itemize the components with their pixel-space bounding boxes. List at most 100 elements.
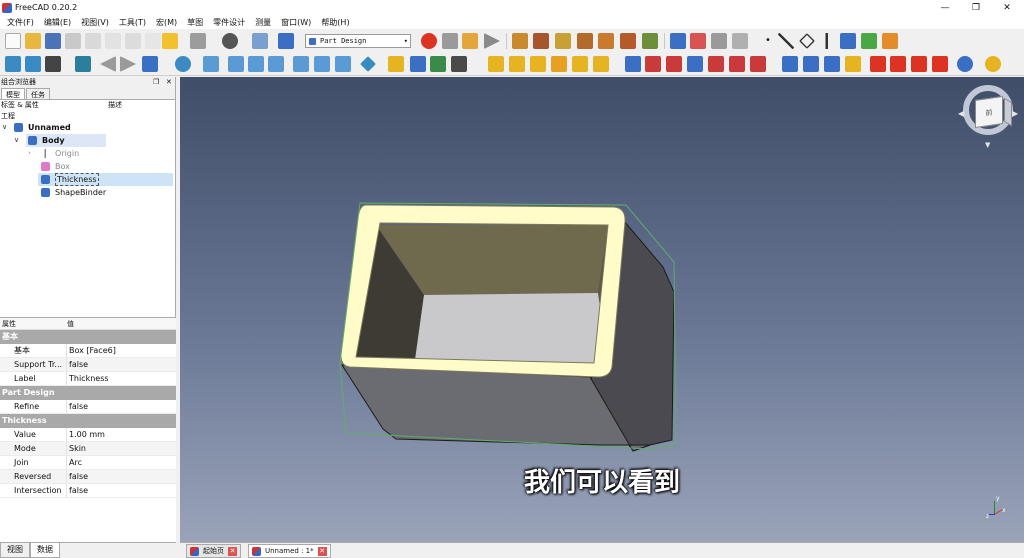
- tree-item-body[interactable]: ∨ Body: [0, 134, 175, 147]
- clone-icon[interactable]: [882, 33, 898, 49]
- fillet-icon[interactable]: [870, 56, 886, 72]
- create-shapebinder-icon[interactable]: [840, 33, 856, 49]
- tree-item-box[interactable]: Box: [0, 160, 175, 173]
- record-macro-icon[interactable]: [421, 33, 437, 49]
- link-icon[interactable]: [711, 33, 727, 49]
- view-top-icon[interactable]: [248, 56, 264, 72]
- tab-data[interactable]: 数据: [30, 543, 60, 558]
- property-row[interactable]: Reversed false: [0, 470, 176, 484]
- create-sketch-icon[interactable]: [410, 56, 426, 72]
- nav-cube-face[interactable]: 前: [975, 96, 1003, 128]
- whats-this-icon[interactable]: [278, 33, 294, 49]
- property-row[interactable]: Support Tr... false: [0, 358, 176, 372]
- view-bottom-icon[interactable]: [314, 56, 330, 72]
- map-sketch-icon[interactable]: [451, 56, 467, 72]
- paste-icon[interactable]: [145, 33, 161, 49]
- copy-icon[interactable]: [125, 33, 141, 49]
- tree-item-shapebinder[interactable]: ShapeBinder: [0, 186, 175, 199]
- measure-angular-icon[interactable]: [533, 33, 549, 49]
- property-row[interactable]: Mode Skin: [0, 442, 176, 456]
- save-as-icon[interactable]: [65, 33, 81, 49]
- loft-icon[interactable]: [530, 56, 546, 72]
- nav-arrow-left-icon[interactable]: ◀: [958, 109, 964, 118]
- nav-arrow-right-icon[interactable]: ▶: [1012, 109, 1018, 118]
- minimize-button[interactable]: —: [930, 0, 960, 15]
- property-row[interactable]: Value 1.00 mm: [0, 428, 176, 442]
- menu-help[interactable]: 帮助(H): [316, 17, 354, 28]
- menu-sketch[interactable]: 草图: [182, 17, 208, 28]
- additive-primitive-icon[interactable]: [593, 56, 609, 72]
- measure-all-icon[interactable]: [642, 33, 658, 49]
- execute-macro-icon[interactable]: [484, 33, 500, 49]
- undo-icon[interactable]: [162, 33, 178, 49]
- measure-refresh-icon[interactable]: [555, 33, 571, 49]
- pad-icon[interactable]: [488, 56, 504, 72]
- close-window-button[interactable]: ✕: [992, 0, 1022, 15]
- clear-measurements-icon[interactable]: [577, 33, 593, 49]
- macros-icon[interactable]: [462, 33, 478, 49]
- create-lcs-icon[interactable]: [819, 33, 835, 49]
- create-line-icon[interactable]: [778, 33, 794, 49]
- 3d-viewport[interactable]: 前 ◀ ▶ ▼ y x z 我们可以看到: [180, 77, 1024, 542]
- property-value[interactable]: false: [67, 484, 88, 497]
- draw-style-icon[interactable]: [45, 56, 61, 72]
- pocket-icon[interactable]: [625, 56, 641, 72]
- tab-tasks[interactable]: 任务: [26, 88, 50, 99]
- property-row[interactable]: Intersection false: [0, 484, 176, 498]
- toggle-delta-measure-icon[interactable]: [620, 33, 636, 49]
- property-row[interactable]: Join Arc: [0, 456, 176, 470]
- tab-model[interactable]: 模型: [1, 88, 25, 99]
- fit-selection-icon[interactable]: [25, 56, 41, 72]
- tree-item-thickness[interactable]: Thickness: [0, 173, 175, 186]
- recompute-icon[interactable]: [252, 33, 268, 49]
- create-subshapebinder-icon[interactable]: [861, 33, 877, 49]
- refresh-view-icon[interactable]: [222, 33, 238, 49]
- menu-file[interactable]: 文件(F): [2, 17, 39, 28]
- property-value[interactable]: Box [Face6]: [67, 344, 116, 357]
- menu-tools[interactable]: 工具(T): [114, 17, 151, 28]
- toggle-3d-measure-icon[interactable]: [598, 33, 614, 49]
- view-rear-icon[interactable]: [293, 56, 309, 72]
- create-point-icon[interactable]: •: [760, 33, 776, 49]
- print-icon[interactable]: [85, 33, 101, 49]
- pipe-icon[interactable]: [551, 56, 567, 72]
- chevron-right-icon[interactable]: ›: [28, 147, 31, 160]
- subtractive-primitive-icon[interactable]: [750, 56, 766, 72]
- menu-measure[interactable]: 测量: [250, 17, 276, 28]
- property-group-base[interactable]: 基本: [0, 330, 176, 344]
- forward-view-icon[interactable]: [120, 56, 136, 72]
- zoom-icon[interactable]: [175, 56, 191, 72]
- close-tab-icon[interactable]: ✕: [317, 546, 327, 556]
- workbench-selector[interactable]: Part Design ▾: [305, 34, 411, 48]
- menu-part-design[interactable]: 零件设计: [208, 17, 250, 28]
- boolean-icon[interactable]: [957, 56, 973, 72]
- groove-icon[interactable]: [666, 56, 682, 72]
- menu-view[interactable]: 视图(V): [76, 17, 114, 28]
- redo-icon[interactable]: [190, 33, 206, 49]
- linear-pattern-icon[interactable]: [803, 56, 819, 72]
- revolution-icon[interactable]: [509, 56, 525, 72]
- property-value[interactable]: Skin: [67, 442, 86, 455]
- close-tab-icon[interactable]: ✕: [228, 546, 237, 556]
- bounding-box-icon[interactable]: [75, 56, 91, 72]
- new-file-icon[interactable]: [5, 33, 21, 49]
- validate-sketch-icon[interactable]: [430, 56, 446, 72]
- doc-tab-start-page[interactable]: 起始页 ✕: [186, 544, 241, 558]
- float-panel-icon[interactable]: ❐: [153, 77, 159, 88]
- draft-icon[interactable]: [911, 56, 927, 72]
- view-iso-icon[interactable]: [203, 56, 219, 72]
- property-value[interactable]: Thickness: [67, 372, 109, 385]
- property-value[interactable]: Arc: [67, 456, 82, 469]
- hole-icon[interactable]: [645, 56, 661, 72]
- create-group-icon[interactable]: [690, 33, 706, 49]
- fit-all-icon[interactable]: [5, 56, 21, 72]
- nav-arrow-down-icon[interactable]: ▼: [985, 141, 990, 149]
- property-row[interactable]: Label Thickness: [0, 372, 176, 386]
- subtractive-helix-icon[interactable]: [729, 56, 745, 72]
- property-value[interactable]: false: [67, 358, 88, 371]
- thickness-icon[interactable]: [932, 56, 948, 72]
- view-right-icon[interactable]: [268, 56, 284, 72]
- property-row[interactable]: 基本 Box [Face6]: [0, 344, 176, 358]
- maximize-button[interactable]: ❐: [961, 0, 991, 15]
- property-value[interactable]: false: [67, 470, 88, 483]
